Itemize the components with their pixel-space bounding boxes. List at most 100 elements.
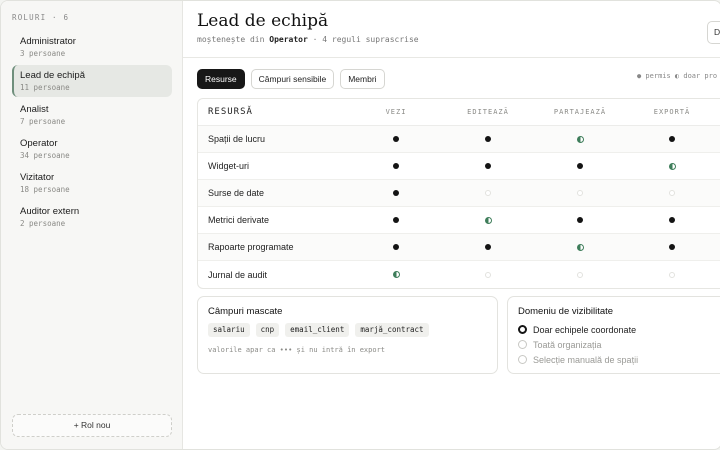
partial-dot-icon [576, 243, 584, 251]
role-item-operator[interactable]: Operator 34 persoane [12, 133, 172, 165]
permission-cell-view[interactable] [350, 207, 442, 234]
permission-cell-view[interactable] [350, 234, 442, 261]
resource-name: Spații de lucru [208, 134, 266, 144]
tab-campuri-sensibile[interactable]: Câmpuri sensibile [250, 69, 335, 89]
inherited-role-link[interactable]: Operator [269, 35, 308, 44]
role-count: 18 persoane [20, 185, 70, 194]
permissions-table: RESURSĂ VEZI EDITEAZĂ PARTAJEAZĂ EXPORTĂ… [197, 98, 720, 289]
masked-field-chip[interactable]: marjă_contract [355, 323, 429, 337]
overrides-count: · 4 reguli suprascrise [312, 35, 419, 44]
masked-field-chip[interactable]: cnp [255, 323, 280, 337]
allowed-dot-icon [393, 190, 399, 196]
resource-name: Widget-uri [208, 161, 250, 171]
permission-cell-view[interactable] [350, 180, 442, 207]
permission-cell-export[interactable] [626, 153, 718, 180]
add-role-button[interactable]: + Rol nou [12, 414, 172, 437]
scope-option-whole-org[interactable]: Toată organizația [518, 337, 638, 352]
column-header-share: PARTAJEAZĂ [553, 107, 607, 116]
scope-option-coordinated-teams[interactable]: Doar echipele coordonate [518, 322, 638, 337]
permission-cell-share[interactable] [534, 180, 626, 207]
allowed-dot-icon [577, 163, 583, 169]
table-header: RESURSĂ VEZI EDITEAZĂ PARTAJEAZĂ EXPORTĂ [198, 99, 720, 126]
denied-dot-icon [485, 271, 491, 278]
role-name: Administrator [20, 36, 76, 47]
permission-cell-view[interactable] [350, 261, 442, 288]
permission-cell-view[interactable] [350, 126, 442, 153]
radio-empty-icon [518, 340, 527, 349]
masked-field-chips: salariu cnp email_client marjă_contract [208, 323, 429, 337]
denied-dot-icon [577, 190, 583, 196]
permission-cell-export[interactable] [626, 126, 718, 153]
role-name: Operator [20, 138, 58, 149]
column-header-edit: EDITEAZĂ [467, 107, 509, 116]
role-count: 7 persoane [20, 117, 66, 126]
allowed-dot-icon [669, 244, 675, 250]
partial-dot-icon [576, 135, 584, 143]
permission-legend: ● permis ◐ doar pro [637, 72, 718, 80]
permission-cell-edit[interactable] [442, 180, 534, 207]
role-name: Analist [20, 104, 49, 115]
masked-field-chip[interactable]: salariu [208, 323, 250, 337]
radio-selected-icon [518, 325, 527, 334]
permission-cell-share[interactable] [534, 153, 626, 180]
role-name: Auditor extern [20, 206, 80, 217]
role-count: 34 persoane [20, 151, 70, 160]
permission-cell-view[interactable] [350, 153, 442, 180]
masked-fields-card: Câmpuri mascate salariu cnp email_client… [197, 296, 498, 374]
radio-empty-icon [518, 355, 527, 364]
permission-cell-share[interactable] [534, 207, 626, 234]
permission-cell-edit[interactable] [442, 207, 534, 234]
table-row: Jurnal de audit [198, 261, 720, 288]
permission-cell-edit[interactable] [442, 261, 534, 288]
permission-cell-export[interactable] [626, 180, 718, 207]
column-header-view: VEZI [385, 107, 407, 116]
inheritance-info: moștenește din Operator · 4 reguli supra… [197, 35, 419, 44]
allowed-dot-icon [485, 163, 491, 169]
page-title: Lead de echipă [197, 11, 329, 31]
inherits-prefix: moștenește din [197, 35, 265, 44]
permission-cell-share[interactable] [534, 234, 626, 261]
table-row: Rapoarte programate [198, 234, 720, 261]
table-row: Surse de date [198, 180, 720, 207]
roles-sidebar: ROLURI · 6 Administrator 3 persoane Lead… [1, 1, 183, 449]
allowed-dot-icon [669, 217, 675, 223]
permission-cell-share[interactable] [534, 126, 626, 153]
allowed-dot-icon [485, 244, 491, 250]
resource-name: Jurnal de audit [208, 269, 268, 280]
tab-resurse[interactable]: Resurse [197, 69, 245, 89]
masked-fields-title: Câmpuri mascate [208, 306, 283, 317]
resource-name: Surse de date [208, 188, 265, 198]
permission-cell-export[interactable] [626, 261, 718, 288]
resource-name: Rapoarte programate [208, 242, 294, 252]
app-window: ROLURI · 6 Administrator 3 persoane Lead… [0, 0, 720, 450]
masked-field-chip[interactable]: email_client [285, 323, 350, 337]
allowed-dot-icon [393, 163, 399, 169]
denied-dot-icon [485, 190, 491, 196]
role-item-auditor-extern[interactable]: Auditor extern 2 persoane [12, 201, 172, 233]
scope-option-label: Selecție manuală de spații [533, 354, 639, 365]
role-item-vizitator[interactable]: Vizitator 18 persoane [12, 167, 172, 199]
role-item-administrator[interactable]: Administrator 3 persoane [12, 31, 172, 63]
permission-cell-edit[interactable] [442, 234, 534, 261]
allowed-dot-icon [485, 136, 491, 142]
permission-cell-edit[interactable] [442, 126, 534, 153]
masked-fields-note: valorile apar ca ••• și nu intră în expo… [208, 346, 386, 354]
scope-options: Doar echipele coordonate Toată organizaț… [518, 322, 638, 367]
role-name: Lead de echipă [20, 70, 85, 81]
scope-option-label: Doar echipele coordonate [533, 324, 637, 335]
permission-cell-export[interactable] [626, 207, 718, 234]
role-item-lead-de-echipa[interactable]: Lead de echipă 11 persoane [12, 65, 172, 97]
denied-dot-icon [669, 190, 675, 196]
visibility-scope-card: Domeniu de vizibilitate Doar echipele co… [507, 296, 720, 374]
scope-option-manual[interactable]: Selecție manuală de spații [518, 352, 638, 367]
header-action-button[interactable]: D [707, 21, 720, 44]
permission-cell-share[interactable] [534, 261, 626, 288]
role-count: 3 persoane [20, 49, 66, 58]
allowed-dot-icon [393, 217, 399, 223]
allowed-dot-icon [393, 244, 399, 250]
permission-cell-export[interactable] [626, 234, 718, 261]
tab-membri[interactable]: Membri [340, 69, 385, 89]
role-item-analist[interactable]: Analist 7 persoane [12, 99, 172, 131]
permission-cell-edit[interactable] [442, 153, 534, 180]
column-header-export: EXPORTĂ [653, 107, 691, 116]
